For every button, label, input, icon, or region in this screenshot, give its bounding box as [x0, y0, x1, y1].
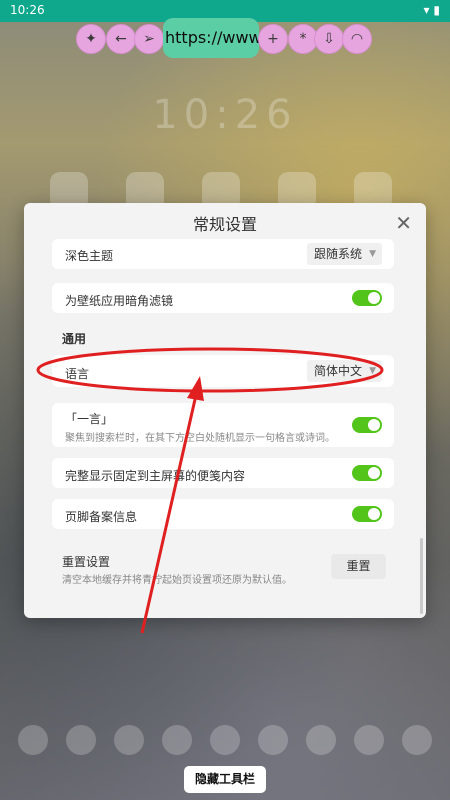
annotation-arrow-head [187, 376, 204, 401]
annotation-ellipse [36, 347, 384, 393]
hide-toolbar-button[interactable]: 隐藏工具栏 [184, 766, 266, 793]
annotation-overlay [36, 347, 384, 634]
annotation-arrow-line [140, 394, 198, 634]
